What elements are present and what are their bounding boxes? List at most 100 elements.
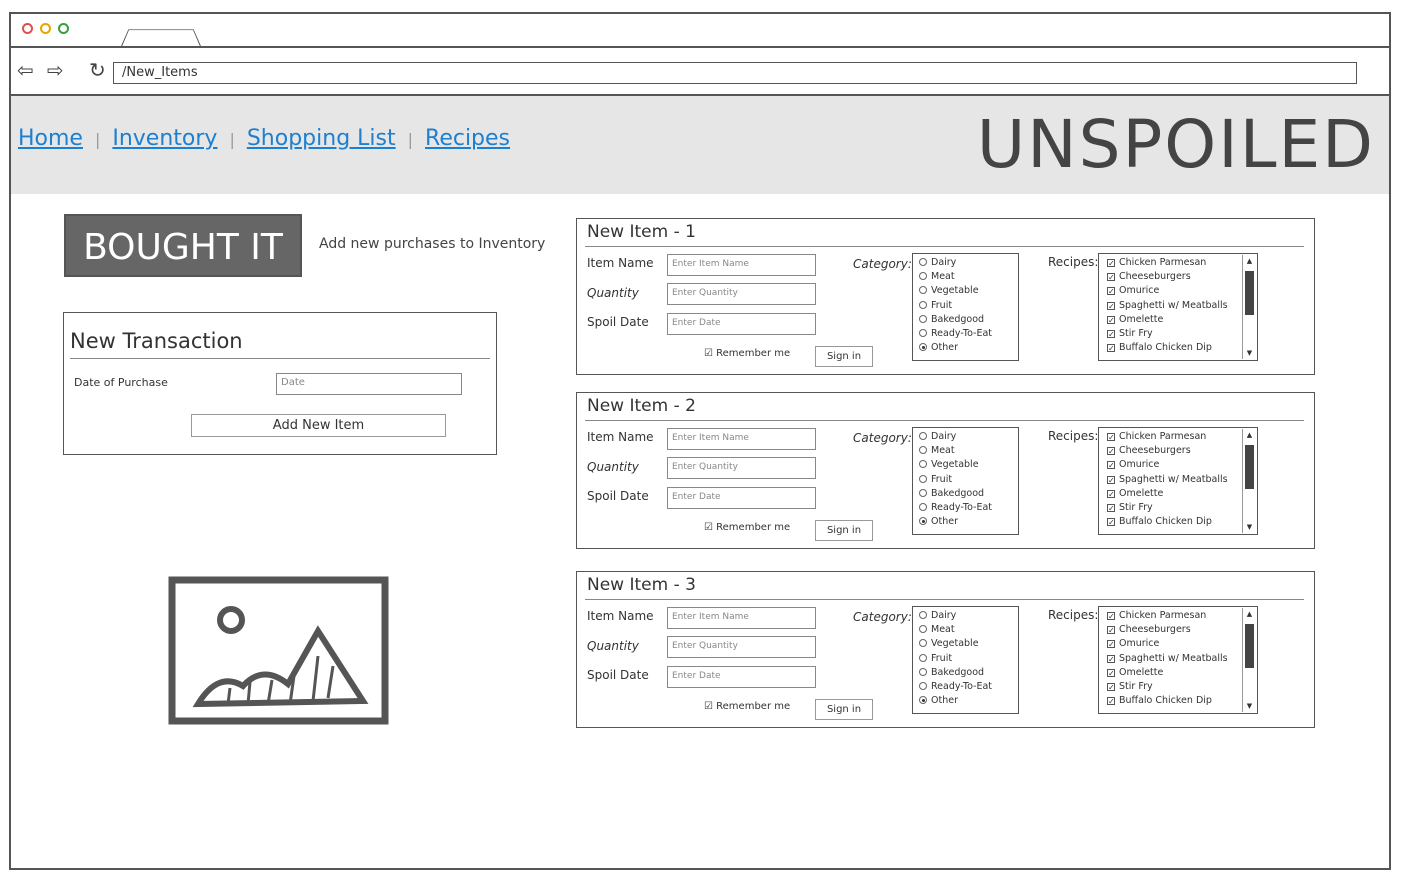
sign-in-button[interactable]: Sign in [815, 520, 873, 541]
scroll-down-icon[interactable]: ▼ [1243, 347, 1256, 359]
nav-inventory-link[interactable]: Inventory [112, 126, 217, 151]
recipes-scrollbar[interactable]: ▲ ▼ [1242, 429, 1256, 533]
category-option[interactable]: Ready-To-Eat [919, 680, 1018, 694]
spoil-date-input[interactable]: Enter Date [667, 666, 816, 688]
recipe-option[interactable]: ✓ Spaghetti w/ Meatballs [1107, 652, 1257, 666]
recipe-option[interactable]: ✓ Chicken Parmesan [1107, 430, 1257, 444]
recipe-option[interactable]: ✓ Omurice [1107, 637, 1257, 651]
recipe-option[interactable]: ✓ Spaghetti w/ Meatballs [1107, 299, 1257, 313]
bought-it-button[interactable]: BOUGHT IT [64, 214, 302, 277]
quantity-input[interactable]: Enter Quantity [667, 636, 816, 658]
recipe-option[interactable]: ✓ Stir Fry [1107, 680, 1257, 694]
category-option[interactable]: Ready-To-Eat [919, 327, 1018, 341]
sign-in-button[interactable]: Sign in [815, 699, 873, 720]
category-option[interactable]: Other [919, 694, 1018, 708]
minimize-window-button[interactable] [40, 23, 51, 34]
scroll-thumb[interactable] [1245, 624, 1254, 668]
recipe-option[interactable]: ✓ Cheeseburgers [1107, 270, 1257, 284]
category-option[interactable]: Fruit [919, 299, 1018, 313]
recipe-option[interactable]: ✓ Spaghetti w/ Meatballs [1107, 473, 1257, 487]
check-icon: ✓ [1107, 640, 1115, 650]
category-option[interactable]: Ready-To-Eat [919, 501, 1018, 515]
item-name-input[interactable]: Enter Item Name [667, 607, 816, 629]
radio-icon [919, 474, 927, 483]
quantity-input[interactable]: Enter Quantity [667, 457, 816, 479]
category-option[interactable]: Meat [919, 444, 1018, 458]
spoil-date-input[interactable]: Enter Date [667, 313, 816, 335]
category-option[interactable]: Meat [919, 270, 1018, 284]
category-option-label: Other [931, 342, 958, 354]
recipe-option[interactable]: ✓ Stir Fry [1107, 501, 1257, 515]
sign-in-button[interactable]: Sign in [815, 346, 873, 367]
category-option-label: Fruit [931, 652, 953, 664]
recipe-option-label: Cheeseburgers [1119, 445, 1191, 457]
recipe-option[interactable]: ✓ Stir Fry [1107, 327, 1257, 341]
category-option[interactable]: Bakedgood [919, 487, 1018, 501]
category-option[interactable]: Vegetable [919, 284, 1018, 298]
category-option-label: Dairy [931, 431, 957, 442]
recipe-option[interactable]: ✓ Buffalo Chicken Dip [1107, 515, 1257, 529]
category-option[interactable]: Dairy [919, 430, 1018, 444]
scroll-down-icon[interactable]: ▼ [1243, 700, 1256, 712]
category-option[interactable]: Vegetable [919, 637, 1018, 651]
recipe-option[interactable]: ✓ Omurice [1107, 284, 1257, 298]
category-label: Category: [853, 257, 912, 271]
recipes-scrollbar[interactable]: ▲ ▼ [1242, 255, 1256, 359]
reload-icon[interactable]: ↻ [89, 60, 106, 80]
recipe-option[interactable]: ✓ Cheeseburgers [1107, 623, 1257, 637]
remember-me-checkbox[interactable]: ☑ Remember me [704, 701, 790, 712]
recipe-option[interactable]: ✓ Omelette [1107, 313, 1257, 327]
recipe-option[interactable]: ✓ Buffalo Chicken Dip [1107, 341, 1257, 355]
scroll-up-icon[interactable]: ▲ [1243, 255, 1256, 267]
check-icon: ✓ [1107, 518, 1115, 528]
forward-arrow-icon[interactable]: ⇨ [47, 60, 64, 80]
recipes-listbox[interactable]: ✓ Chicken Parmesan ✓ Cheeseburgers ✓ Omurice ✓… [1098, 427, 1258, 535]
item-name-input[interactable]: Enter Item Name [667, 254, 816, 276]
date-of-purchase-input[interactable]: Date [276, 373, 462, 395]
recipe-option[interactable]: ✓ Chicken Parmesan [1107, 609, 1257, 623]
recipe-option[interactable]: ✓ Cheeseburgers [1107, 444, 1257, 458]
recipe-option[interactable]: ✓ Omelette [1107, 487, 1257, 501]
item-name-label: Item Name [587, 609, 654, 623]
item-name-input[interactable]: Enter Item Name [667, 428, 816, 450]
category-option[interactable]: Bakedgood [919, 666, 1018, 680]
recipe-option[interactable]: ✓ Omelette [1107, 666, 1257, 680]
scroll-up-icon[interactable]: ▲ [1243, 608, 1256, 620]
recipe-option[interactable]: ✓ Chicken Parmesan [1107, 256, 1257, 270]
recipe-option-label: Buffalo Chicken Dip [1119, 695, 1212, 707]
radio-icon [919, 314, 927, 323]
site-logo: UNSPOILED [976, 106, 1375, 183]
scroll-up-icon[interactable]: ▲ [1243, 429, 1256, 441]
nav-recipes-link[interactable]: Recipes [425, 126, 510, 151]
quantity-input[interactable]: Enter Quantity [667, 283, 816, 305]
recipes-listbox[interactable]: ✓ Chicken Parmesan ✓ Cheeseburgers ✓ Omurice ✓… [1098, 606, 1258, 714]
nav-shopping-list-link[interactable]: Shopping List [247, 126, 396, 151]
add-new-item-button[interactable]: Add New Item [191, 414, 446, 437]
nav-home-link[interactable]: Home [18, 126, 83, 151]
remember-me-checkbox[interactable]: ☑ Remember me [704, 522, 790, 533]
remember-me-checkbox[interactable]: ☑ Remember me [704, 348, 790, 359]
check-icon: ☑ [704, 522, 717, 533]
back-arrow-icon[interactable]: ⇦ [17, 60, 34, 80]
scroll-thumb[interactable] [1245, 271, 1254, 315]
category-option[interactable]: Vegetable [919, 458, 1018, 472]
recipe-option[interactable]: ✓ Omurice [1107, 458, 1257, 472]
category-option[interactable]: Meat [919, 623, 1018, 637]
recipe-option[interactable]: ✓ Buffalo Chicken Dip [1107, 694, 1257, 708]
category-option[interactable]: Dairy [919, 609, 1018, 623]
scroll-thumb[interactable] [1245, 445, 1254, 489]
spoil-date-input[interactable]: Enter Date [667, 487, 816, 509]
scroll-down-icon[interactable]: ▼ [1243, 521, 1256, 533]
recipes-listbox[interactable]: ✓ Chicken Parmesan ✓ Cheeseburgers ✓ Omurice ✓… [1098, 253, 1258, 361]
category-option[interactable]: Fruit [919, 473, 1018, 487]
category-option[interactable]: Other [919, 341, 1018, 355]
recipes-scrollbar[interactable]: ▲ ▼ [1242, 608, 1256, 712]
category-option[interactable]: Dairy [919, 256, 1018, 270]
browser-tab[interactable] [120, 29, 202, 47]
category-option[interactable]: Fruit [919, 652, 1018, 666]
category-option[interactable]: Bakedgood [919, 313, 1018, 327]
url-input[interactable]: /New_Items [113, 62, 1357, 84]
close-window-button[interactable] [22, 23, 33, 34]
category-option[interactable]: Other [919, 515, 1018, 529]
maximize-window-button[interactable] [58, 23, 69, 34]
